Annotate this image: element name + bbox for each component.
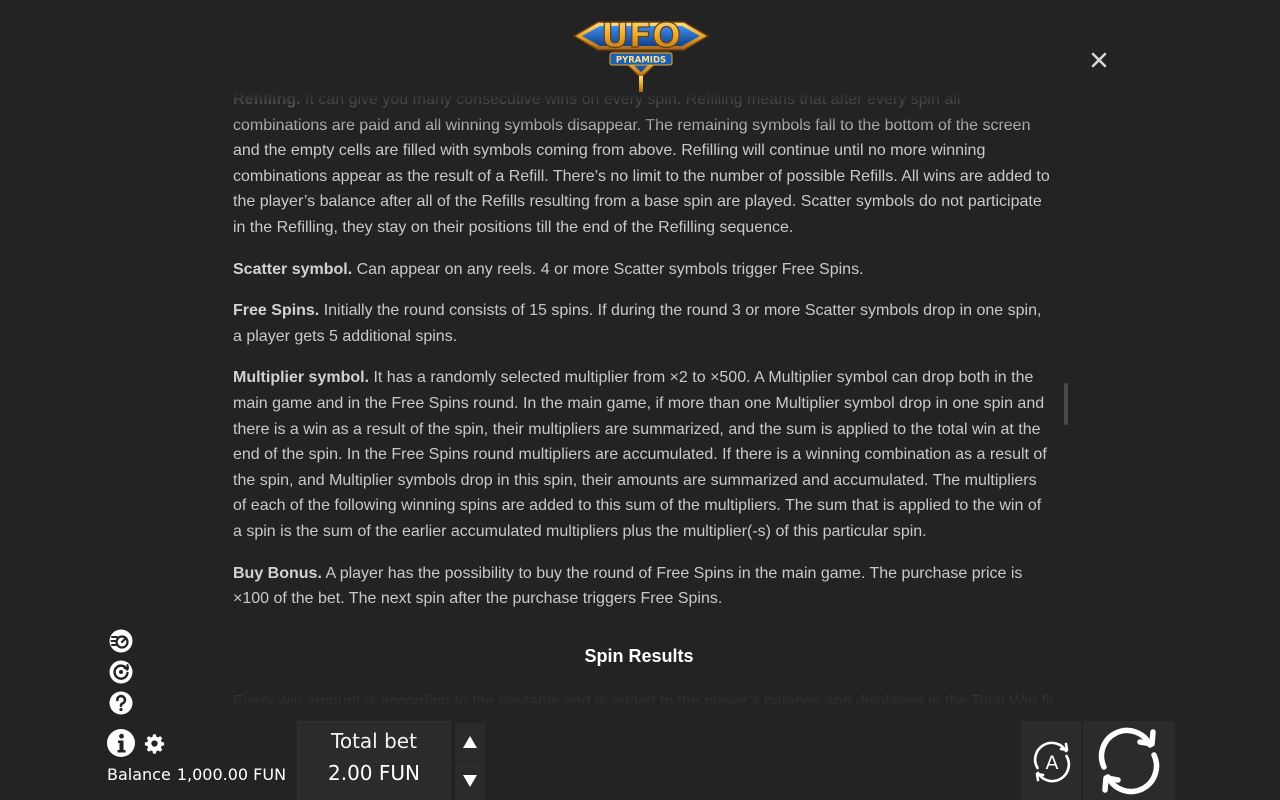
section-title-spin-results: Spin Results [584,645,694,666]
spin-refresh-icon [1098,727,1160,795]
arrow-up-icon [463,736,477,748]
close-button[interactable] [1086,47,1112,73]
settings-button[interactable] [144,733,165,754]
rule-multiplier: Multiplier symbol. It has a randomly sel… [233,369,1047,540]
rule-scatter: Scatter symbol. Can appear on any reels.… [233,260,864,278]
turbo-spin-icon [109,629,133,653]
gear-icon [144,734,165,754]
turbo-spin-button[interactable] [108,628,134,654]
total-bet-panel: Total bet 2.00 FUN [297,721,451,800]
logo-title: UFO [601,16,681,56]
history-button[interactable] [108,659,134,685]
logo-subtitle: PYRAMIDS [616,56,666,66]
rule-buy-bonus: Buy Bonus. A player has the possibility … [233,564,1023,608]
autoplay-icon: A [1033,741,1071,783]
info-icon [107,729,135,757]
total-bet-value: 2.00 FUN [328,761,420,785]
rules-screen: UFO PYRAMIDS Refilling. It can give you … [0,0,1280,800]
close-icon [1091,52,1107,68]
bet-increase-button[interactable] [455,723,485,761]
game-logo: UFO PYRAMIDS [572,12,710,96]
balance-label: Balance [107,765,171,784]
scrollbar-thumb[interactable] [1064,383,1068,425]
autoplay-label: A [1046,752,1059,774]
rule-free-spins: Free Spins. Initially the round consists… [233,302,1042,345]
question-mark-icon [109,691,133,715]
rule-refilling: Refilling. It can give you many consecut… [233,92,1050,236]
arrow-down-icon [463,775,477,787]
history-icon [109,660,133,684]
spin-button[interactable] [1083,721,1175,800]
bet-decrease-button[interactable] [455,762,485,800]
autoplay-button[interactable]: A [1021,721,1081,800]
balance-display: Balance 1,000.00 FUN [107,765,292,784]
help-button[interactable] [108,690,134,716]
rules-content[interactable]: Refilling. It can give you many consecut… [233,92,1053,708]
info-button[interactable] [106,728,136,758]
balance-value: 1,000.00 FUN [176,765,287,784]
total-bet-label: Total bet [331,729,417,753]
spin-results-text: Every win amount is according to the pay… [233,693,1053,708]
